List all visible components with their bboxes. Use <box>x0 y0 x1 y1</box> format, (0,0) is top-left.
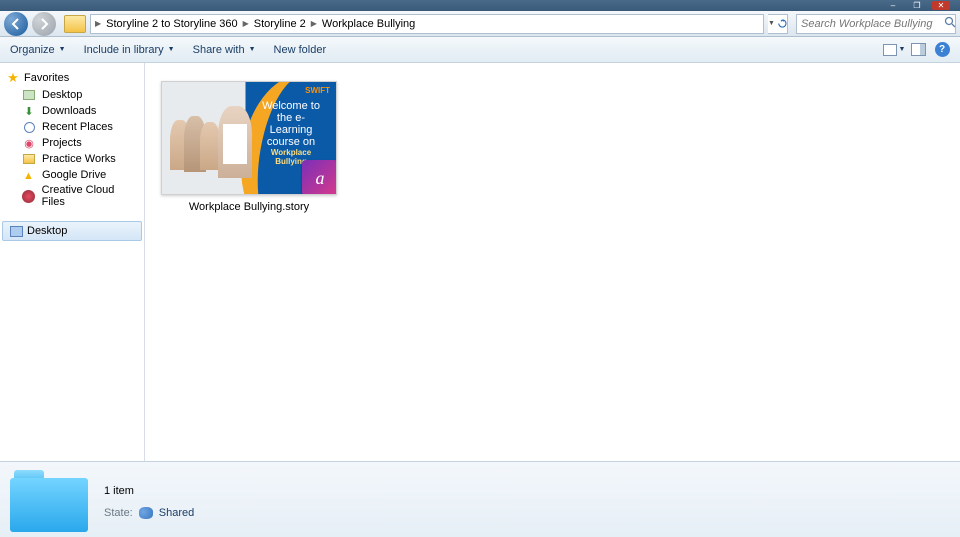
desktop-header[interactable]: Desktop <box>2 221 142 241</box>
file-item[interactable]: SWIFT Welcome to the e-Learning course o… <box>161 81 337 213</box>
sidebar-item-label: Recent Places <box>42 121 113 133</box>
state-label: State: <box>104 507 133 519</box>
recent-icon <box>22 120 36 134</box>
sidebar-item-label: Practice Works <box>42 153 116 165</box>
sidebar-item-downloads[interactable]: ⬇ Downloads <box>0 103 144 119</box>
search-input[interactable] <box>801 18 944 30</box>
thumb-line1: Welcome to the e-Learning course on <box>256 100 326 148</box>
item-count: 1 item <box>104 485 194 497</box>
folder-icon <box>22 152 36 166</box>
sidebar-item-desktop[interactable]: Desktop <box>0 87 144 103</box>
command-bar: Organize ▼ Include in library ▼ Share wi… <box>0 37 960 63</box>
dropdown-icon: ▼ <box>768 20 775 27</box>
folder-large-icon <box>10 468 88 532</box>
share-label: Share with <box>193 44 245 56</box>
sidebar-item-label: Google Drive <box>42 169 106 181</box>
sidebar-item-creative-cloud[interactable]: Creative Cloud Files <box>0 183 144 209</box>
explorer-body: ★ Favorites Desktop ⬇ Downloads Recent P… <box>0 63 960 461</box>
thumb-brand: SWIFT <box>305 86 330 95</box>
search-icon <box>944 16 956 31</box>
content-pane[interactable]: SWIFT Welcome to the e-Learning course o… <box>145 63 960 461</box>
sidebar-item-projects[interactable]: ◉ Projects <box>0 135 144 151</box>
sidebar-item-label: Downloads <box>42 105 96 117</box>
sidebar-item-google-drive[interactable]: Google Drive <box>0 167 144 183</box>
breadcrumb-item[interactable]: Workplace Bullying <box>319 18 418 30</box>
include-label: Include in library <box>84 44 164 56</box>
sidebar-item-label: Projects <box>42 137 82 149</box>
chevron-down-icon: ▼ <box>168 46 175 53</box>
navigation-bar: ▶ Storyline 2 to Storyline 360 ▶ Storyli… <box>0 11 960 37</box>
back-button[interactable] <box>4 12 28 36</box>
view-options-button[interactable]: ▼ <box>886 43 902 57</box>
favorites-header[interactable]: ★ Favorites <box>0 69 144 87</box>
share-with-menu[interactable]: Share with ▼ <box>193 44 256 56</box>
chevron-down-icon: ▼ <box>899 46 906 53</box>
creative-cloud-icon <box>22 189 36 203</box>
newfolder-label: New folder <box>274 44 327 56</box>
window-titlebar: – ❐ ✕ <box>0 0 960 11</box>
refresh-button[interactable]: ▼ <box>768 14 788 34</box>
chevron-right-icon: ▶ <box>311 19 317 28</box>
breadcrumb-item[interactable]: Storyline 2 to Storyline 360 <box>103 18 240 30</box>
chevron-right-icon: ▶ <box>243 19 249 28</box>
chevron-down-icon: ▼ <box>59 46 66 53</box>
minimize-button[interactable]: – <box>884 1 902 10</box>
desktop-label: Desktop <box>27 225 67 237</box>
details-pane: 1 item State: Shared <box>0 461 960 537</box>
organize-label: Organize <box>10 44 55 56</box>
search-box[interactable] <box>796 14 956 34</box>
projects-icon: ◉ <box>22 136 36 150</box>
favorites-label: Favorites <box>24 72 69 84</box>
breadcrumb-item[interactable]: Storyline 2 <box>251 18 309 30</box>
articulate-badge-icon: a <box>302 160 337 195</box>
google-drive-icon <box>22 168 36 182</box>
sidebar-item-label: Desktop <box>42 89 82 101</box>
shared-icon <box>139 507 153 519</box>
include-in-library-menu[interactable]: Include in library ▼ <box>84 44 175 56</box>
desktop-icon <box>22 88 36 102</box>
maximize-button[interactable]: ❐ <box>908 1 926 10</box>
preview-pane-button[interactable] <box>910 43 926 57</box>
download-icon: ⬇ <box>22 104 36 118</box>
sidebar-item-practice-works[interactable]: Practice Works <box>0 151 144 167</box>
desktop-icon <box>9 224 23 238</box>
new-folder-button[interactable]: New folder <box>274 44 327 56</box>
breadcrumb[interactable]: ▶ Storyline 2 to Storyline 360 ▶ Storyli… <box>90 14 764 34</box>
sidebar-item-label: Creative Cloud Files <box>42 184 138 208</box>
file-name: Workplace Bullying.story <box>189 201 309 213</box>
chevron-right-icon: ▶ <box>95 19 101 28</box>
organize-menu[interactable]: Organize ▼ <box>10 44 66 56</box>
close-button[interactable]: ✕ <box>932 1 950 10</box>
state-value: Shared <box>159 507 194 519</box>
folder-icon <box>64 15 86 33</box>
sidebar-item-recent[interactable]: Recent Places <box>0 119 144 135</box>
help-button[interactable]: ? <box>934 43 950 57</box>
chevron-down-icon: ▼ <box>249 46 256 53</box>
forward-button[interactable] <box>32 12 56 36</box>
file-thumbnail: SWIFT Welcome to the e-Learning course o… <box>161 81 337 195</box>
star-icon: ★ <box>6 71 20 85</box>
navigation-pane: ★ Favorites Desktop ⬇ Downloads Recent P… <box>0 63 145 461</box>
